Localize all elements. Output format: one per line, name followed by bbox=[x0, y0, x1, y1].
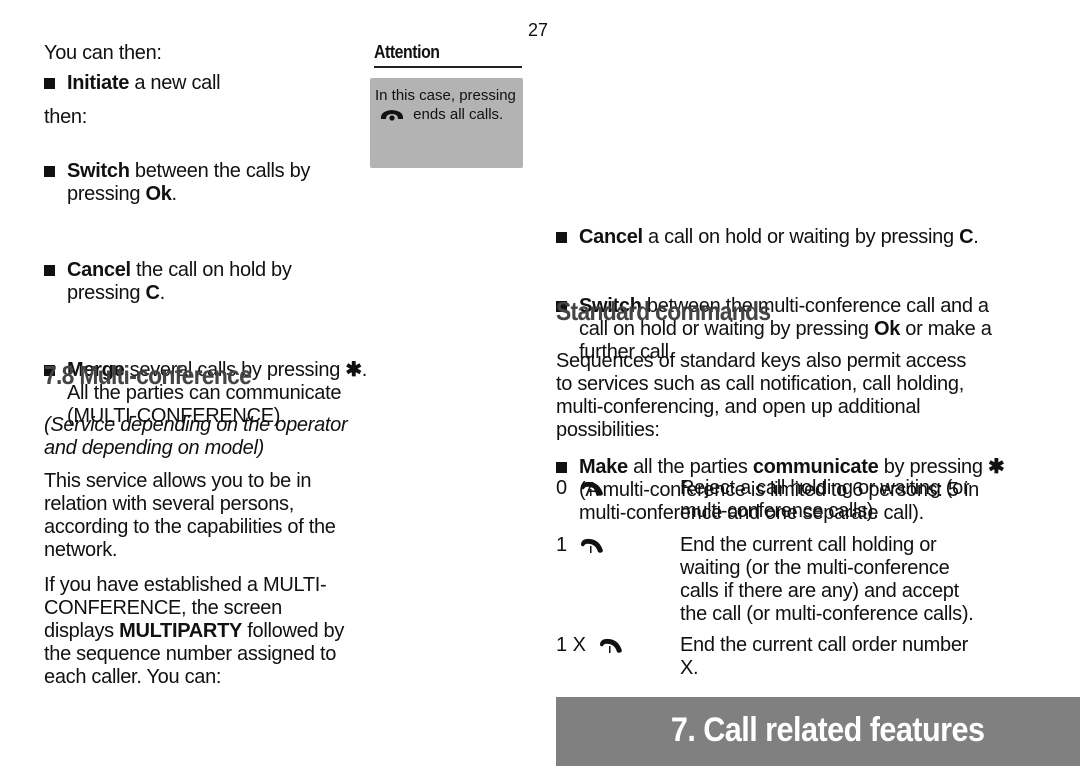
key-label: 0 bbox=[556, 477, 568, 499]
cancel-label: Cancel bbox=[67, 259, 131, 281]
make-text: all the parties bbox=[627, 456, 753, 478]
switch-end: . bbox=[171, 183, 178, 205]
service-note: (Service depending on the operator and d… bbox=[44, 414, 348, 459]
cancel-end: . bbox=[973, 226, 979, 248]
cancel-bullet: Cancel the call on hold by pressing C. bbox=[44, 259, 357, 305]
section-heading-standard-commands: Standard commands bbox=[556, 296, 771, 326]
star-key-icon: ✱ bbox=[987, 456, 1005, 478]
standard-commands-intro: Sequences of standard keys also permit a… bbox=[556, 350, 967, 441]
command-description: Reject a call holding or waiting (or mul… bbox=[680, 477, 970, 522]
attention-text: In this case, pressing bbox=[375, 87, 516, 104]
attention-text-end: ends all calls. bbox=[413, 106, 504, 123]
cancel-label: Cancel bbox=[579, 226, 643, 248]
c-key: C bbox=[959, 226, 974, 248]
key-label: 1 X bbox=[556, 634, 587, 656]
ok-key: Ok bbox=[873, 318, 901, 340]
chapter-footer-bar: 7. Call related features bbox=[556, 697, 1080, 766]
cancel-hold-bullet: Cancel a call on hold or waiting by pres… bbox=[556, 226, 1019, 249]
left-intro: You can then: bbox=[44, 42, 162, 64]
command-key: 1 X bbox=[556, 634, 624, 657]
bullet-marker bbox=[556, 462, 567, 473]
multiparty-paragraph: If you have established a MULTI-CONFEREN… bbox=[44, 574, 349, 689]
bullet-marker bbox=[44, 265, 55, 276]
c-key: C bbox=[145, 282, 160, 304]
command-description: End the current call holding or waiting … bbox=[680, 534, 974, 625]
hang-up-icon bbox=[580, 538, 603, 553]
attention-title: Attention bbox=[374, 42, 522, 68]
command-description: End the current call order number X. bbox=[680, 634, 969, 679]
make-label: Make bbox=[579, 456, 628, 478]
initiate-text: a new call bbox=[129, 72, 221, 94]
switch-label: Switch bbox=[67, 160, 130, 182]
cancel-text: a call on hold or waiting by pressing bbox=[642, 226, 960, 248]
then-label: then: bbox=[44, 106, 87, 128]
phone-end-icon bbox=[380, 110, 404, 121]
star-key-icon: ✱ bbox=[345, 359, 362, 381]
attention-title-text: Attention bbox=[374, 42, 440, 62]
page-number: 27 bbox=[528, 20, 549, 40]
bullet-marker bbox=[44, 166, 55, 177]
switch-bullet: Switch between the calls by pressing Ok. bbox=[44, 160, 357, 206]
ok-key: Ok bbox=[145, 183, 172, 205]
initiate-label: Initiate bbox=[67, 72, 130, 94]
cancel-end: . bbox=[159, 282, 166, 304]
attention-box: In this case, pressing ends all calls. bbox=[370, 78, 523, 168]
bullet-marker bbox=[556, 232, 567, 243]
communicate-label: communicate bbox=[752, 456, 879, 478]
bullet-marker bbox=[44, 78, 55, 89]
command-key: 1 bbox=[556, 534, 605, 557]
section-heading-multi-conference: 7.8 Multi-conference bbox=[44, 360, 252, 390]
hang-up-icon bbox=[580, 481, 603, 496]
chapter-title: 7. Call related features bbox=[670, 711, 984, 749]
initiate-bullet: Initiate a new call bbox=[44, 72, 367, 95]
key-label: 1 bbox=[556, 534, 568, 556]
hang-up-icon bbox=[599, 638, 622, 653]
service-description: This service allows you to be in relatio… bbox=[44, 470, 336, 561]
command-key: 0 bbox=[556, 477, 605, 500]
multiparty-label: MULTIPARTY bbox=[119, 620, 243, 642]
make-text-2: by pressing bbox=[878, 456, 988, 478]
